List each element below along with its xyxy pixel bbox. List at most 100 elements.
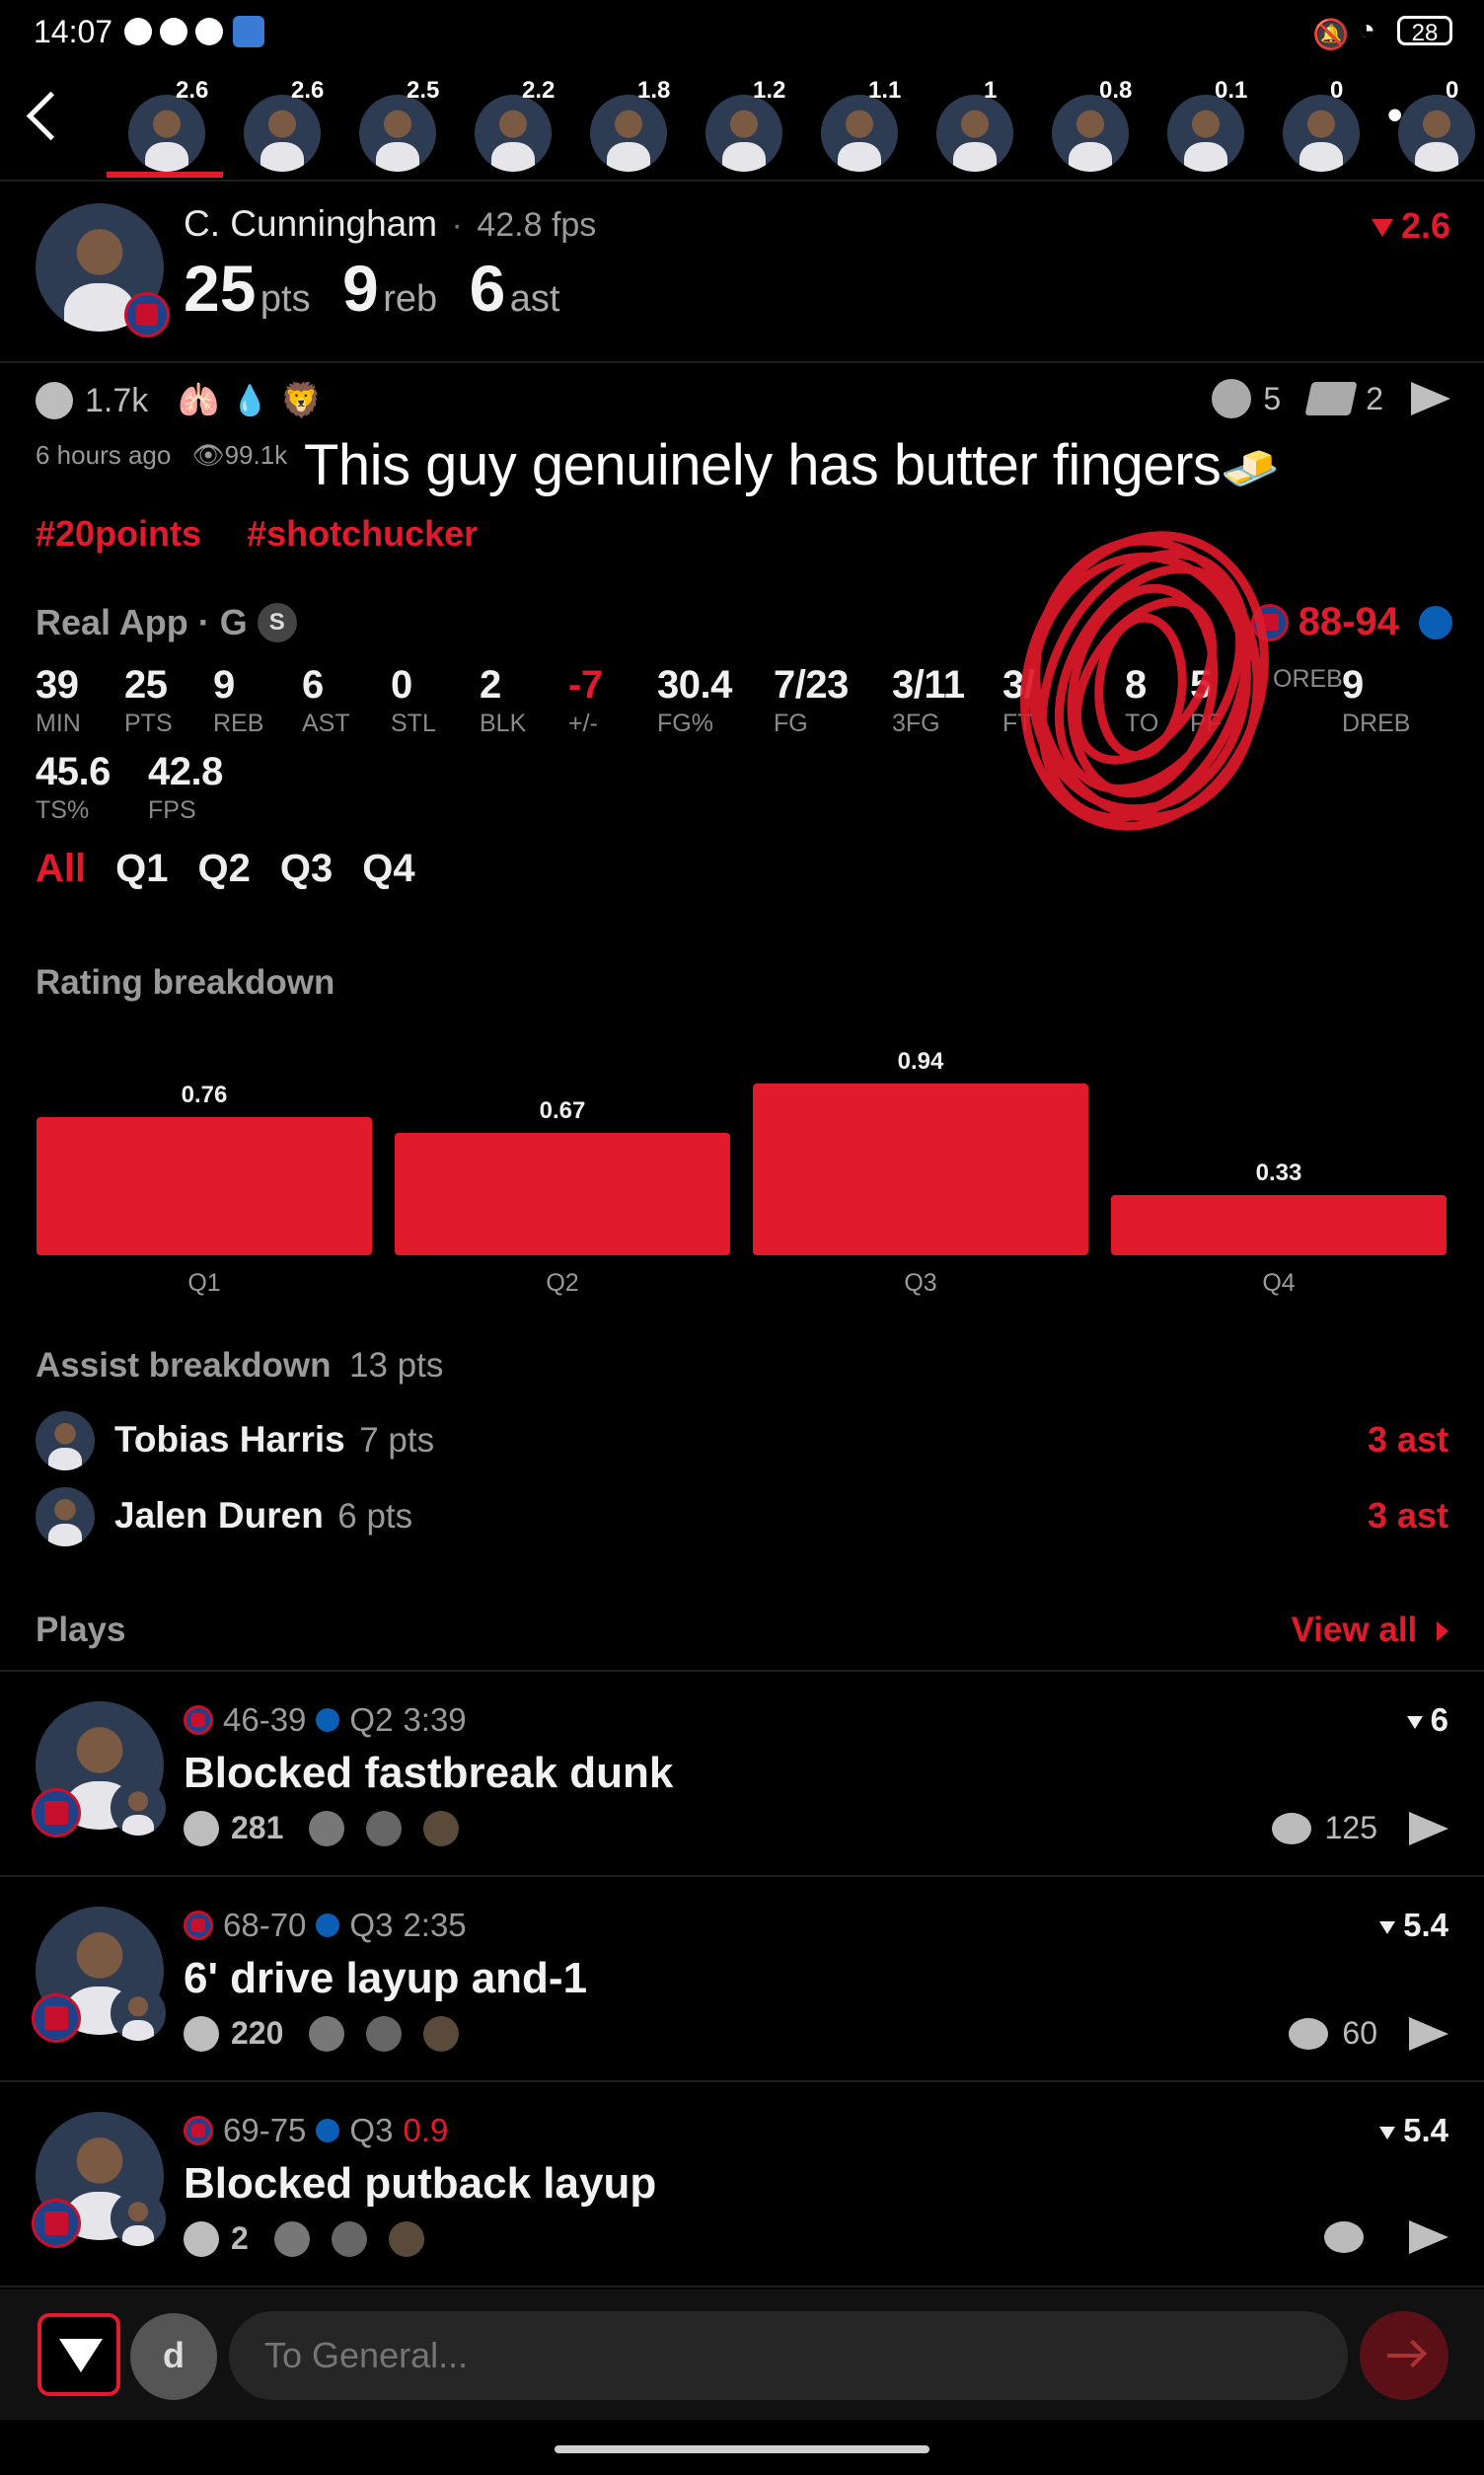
tab-q3[interactable]: Q3 bbox=[280, 847, 333, 891]
player-strip-avatar[interactable] bbox=[1283, 95, 1360, 172]
selected-player-indicator bbox=[107, 172, 223, 178]
share-icon[interactable] bbox=[1409, 2220, 1448, 2254]
smiley-icon bbox=[184, 2220, 219, 2257]
stat-cell: 7/23 FG bbox=[774, 663, 849, 738]
teammate-avatar bbox=[36, 1487, 95, 1546]
pistons-logo-icon bbox=[184, 1705, 213, 1735]
play-reaction-count: 281 bbox=[231, 1810, 284, 1845]
player-strip-avatar[interactable] bbox=[1052, 95, 1129, 172]
team-logo-icon bbox=[32, 1788, 81, 1838]
hashtag[interactable]: #20points bbox=[36, 513, 201, 554]
player-strip[interactable]: ••• 2.62.62.52.21.81.21.110.80.100 bbox=[0, 69, 1484, 180]
stat-value: -7 bbox=[568, 663, 603, 707]
player-strip-avatar[interactable] bbox=[128, 95, 205, 172]
play-row[interactable]: 46-39 Q2 3:39 6 Blocked fastbreak dunk 2… bbox=[0, 1672, 1484, 1877]
player-strip-avatar[interactable] bbox=[359, 95, 436, 172]
player-strip-avatar[interactable] bbox=[1167, 95, 1244, 172]
tab-q2[interactable]: Q2 bbox=[197, 847, 250, 891]
reaction-emoji-icon bbox=[366, 1810, 403, 1846]
stat-label: BLK bbox=[480, 710, 527, 737]
player-strip-avatar[interactable] bbox=[475, 95, 552, 172]
shares-count: 2 bbox=[1366, 380, 1383, 416]
tab-all[interactable]: All bbox=[36, 847, 86, 891]
player-name[interactable]: C. Cunningham bbox=[184, 203, 437, 244]
play-teammate-avatar bbox=[111, 2191, 166, 2246]
play-reactions[interactable]: 220 bbox=[184, 2015, 460, 2052]
stat-cell: 6 AST bbox=[302, 663, 350, 738]
pistons-logo-icon bbox=[184, 1911, 213, 1940]
stat-value: 9 bbox=[1342, 663, 1364, 707]
play-reaction-count: 2 bbox=[231, 2220, 249, 2256]
tab-q1[interactable]: Q1 bbox=[115, 847, 168, 891]
cards-icon[interactable] bbox=[1304, 382, 1358, 415]
box-position: G bbox=[219, 602, 248, 642]
tab-q4[interactable]: Q4 bbox=[362, 847, 414, 891]
play-row[interactable]: 68-70 Q3 2:35 5.4 6' drive layup and-1 2… bbox=[0, 1877, 1484, 2082]
app-logo-button[interactable] bbox=[37, 2313, 120, 2396]
back-icon[interactable] bbox=[26, 91, 76, 141]
comment-icon[interactable] bbox=[1324, 2221, 1364, 2253]
starter-badge: S bbox=[257, 603, 297, 642]
play-title[interactable]: Blocked fastbreak dunk bbox=[184, 1749, 673, 1798]
player-rating: 2.6 bbox=[1371, 205, 1450, 247]
heart-shield-icon[interactable] bbox=[1212, 379, 1252, 418]
comment-icon[interactable] bbox=[1289, 2017, 1329, 2050]
share-icon[interactable] bbox=[1409, 1811, 1448, 1845]
view-all-link[interactable]: View all bbox=[1292, 1611, 1448, 1650]
teammate-pts: 7 pts bbox=[359, 1421, 435, 1460]
play-rating: 5.4 bbox=[1379, 2112, 1448, 2149]
stat-label: 3FG bbox=[892, 710, 940, 737]
reaction-emoji-icon bbox=[309, 2015, 345, 2052]
play-title[interactable]: 6' drive layup and-1 bbox=[184, 1954, 587, 2003]
player-fps: 42.8 fps bbox=[477, 206, 597, 244]
play-teammate-avatar bbox=[111, 1780, 166, 1836]
red-scribble-annotation bbox=[1020, 531, 1269, 831]
rating-breakdown-chart: 0.76 Q1 0.67 Q2 0.94 Q3 0.33 Q4 bbox=[0, 1026, 1484, 1303]
user-avatar-button[interactable]: d bbox=[130, 2313, 217, 2400]
play-title[interactable]: Blocked putback layup bbox=[184, 2159, 656, 2209]
reactions-row[interactable]: 1.7k 🫁 💧 🦁 bbox=[36, 379, 322, 422]
share-icon[interactable] bbox=[1411, 382, 1450, 415]
home-indicator bbox=[555, 2445, 929, 2453]
player-strip-rating: 1.2 bbox=[753, 77, 786, 104]
stat-label: +/- bbox=[568, 710, 598, 737]
player-strip-avatar[interactable] bbox=[936, 95, 1013, 172]
team-logo-icon bbox=[124, 292, 170, 338]
stat-cell: 42.8 FPS bbox=[148, 750, 223, 825]
play-reactions[interactable]: 281 bbox=[184, 1810, 460, 1846]
play-row[interactable]: 69-75 Q3 0.9 5.4 Blocked putback layup 2 bbox=[0, 2082, 1484, 2288]
separator-dot: · bbox=[197, 602, 210, 642]
comment-icon[interactable] bbox=[1271, 1812, 1311, 1844]
box-header: Real App · G S bbox=[36, 602, 297, 643]
assist-row[interactable]: Tobias Harris 7 pts 3 ast bbox=[36, 1411, 1448, 1470]
assist-row-text: Jalen Duren 6 pts bbox=[114, 1495, 412, 1537]
play-reactions[interactable]: 2 bbox=[184, 2220, 424, 2257]
play-score: 69-75 bbox=[223, 2112, 307, 2148]
player-strip-avatar[interactable] bbox=[705, 95, 782, 172]
player-strip-avatar[interactable] bbox=[1398, 95, 1475, 172]
assist-count: 3 ast bbox=[1367, 1419, 1448, 1460]
player-strip-avatar[interactable] bbox=[821, 95, 898, 172]
assist-row[interactable]: Jalen Duren 6 pts 3 ast bbox=[36, 1487, 1448, 1546]
send-button[interactable] bbox=[1360, 2311, 1448, 2400]
player-strip-rating: 1.8 bbox=[637, 77, 671, 104]
team-logo-icon bbox=[32, 2199, 81, 2248]
stat-label: AST bbox=[302, 710, 350, 737]
assist-row-text: Tobias Harris 7 pts bbox=[114, 1419, 434, 1461]
teammate-name: Jalen Duren bbox=[114, 1495, 324, 1536]
reaction-emoji-icon bbox=[388, 2220, 424, 2257]
stat-label: FG bbox=[774, 710, 808, 737]
wifi-icon: ◔ bbox=[1358, 14, 1376, 46]
teammate-name: Tobias Harris bbox=[114, 1419, 345, 1460]
player-strip-avatar[interactable] bbox=[590, 95, 667, 172]
hashtag[interactable]: #shotchucker bbox=[247, 513, 478, 554]
player-strip-rating: 2.2 bbox=[522, 77, 556, 104]
reaction-emoji-icon bbox=[309, 1810, 345, 1846]
player-strip-avatar[interactable] bbox=[244, 95, 321, 172]
share-icon[interactable] bbox=[1409, 2016, 1448, 2051]
message-input[interactable] bbox=[229, 2311, 1348, 2400]
play-period: Q3 bbox=[349, 2112, 394, 2148]
ast-label: ast bbox=[509, 278, 560, 320]
play-meta: 68-70 Q3 2:35 bbox=[184, 1907, 467, 1944]
play-comment-count: 125 bbox=[1324, 1810, 1377, 1845]
